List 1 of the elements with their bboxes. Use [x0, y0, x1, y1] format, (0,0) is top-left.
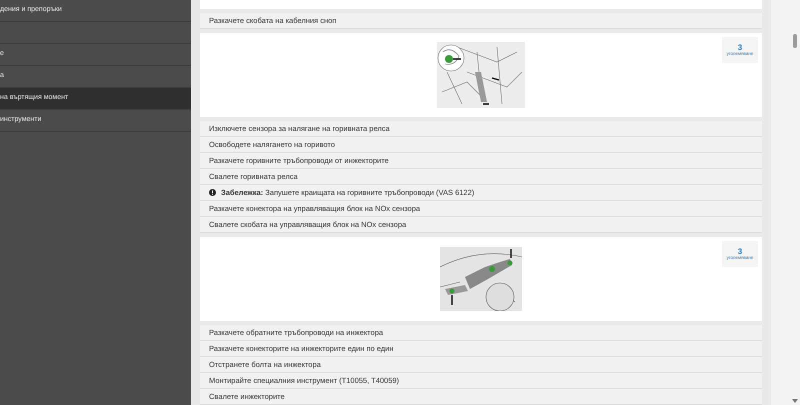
info-icon [209, 189, 216, 196]
